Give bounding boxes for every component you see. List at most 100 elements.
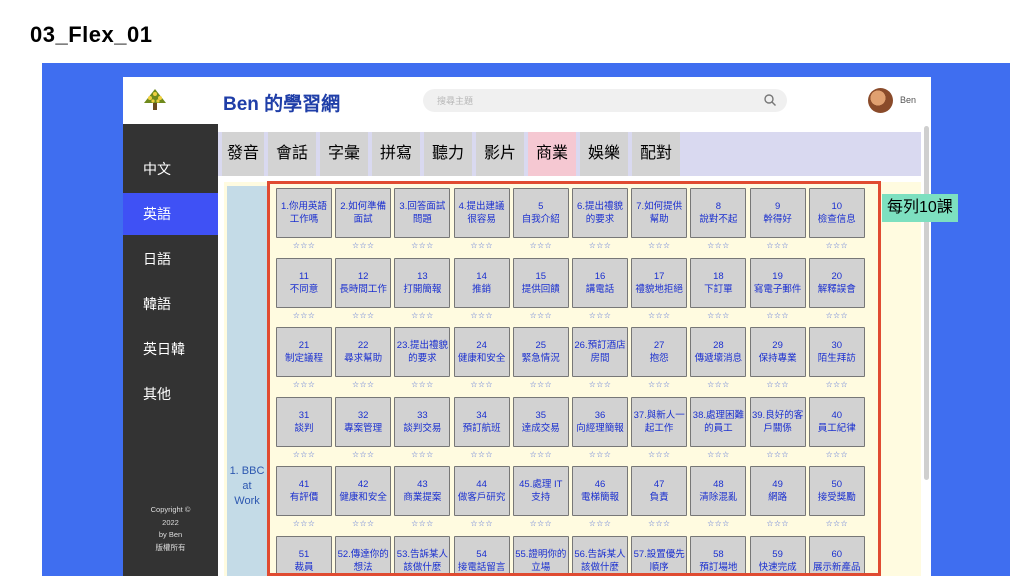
lesson-button[interactable]: 13 打開簡報 bbox=[394, 257, 451, 308]
lesson-item[interactable]: 52.傳達你的想法☆☆☆ bbox=[335, 535, 392, 573]
tab-pronunciation[interactable]: 發音 bbox=[222, 132, 264, 176]
lesson-button[interactable]: 3.回答面試問題 bbox=[394, 188, 451, 238]
tab-entertainment[interactable]: 娛樂 bbox=[580, 132, 628, 176]
lesson-item[interactable]: 21 制定議程 ☆☆☆ bbox=[276, 327, 332, 395]
lesson-button[interactable]: 38.處理困難的員工 bbox=[690, 396, 747, 447]
lesson-item[interactable]: 6.提出禮貌的要求 ☆☆☆ bbox=[572, 188, 628, 256]
lesson-button[interactable]: 17 禮貌地拒絕 bbox=[631, 257, 688, 308]
lesson-button[interactable]: 32 專案管理 bbox=[335, 396, 392, 447]
lesson-item[interactable]: 9 幹得好 ☆☆☆ bbox=[749, 188, 806, 256]
lesson-button[interactable]: 21 制定議程 bbox=[276, 327, 332, 377]
lesson-item[interactable]: 14 推銷 ☆☆☆ bbox=[453, 257, 510, 326]
lesson-item[interactable]: 56.告訴某人該做什麼☆☆☆ bbox=[572, 535, 628, 573]
lesson-button[interactable]: 1.你用英語工作嗎 bbox=[276, 188, 332, 238]
lesson-item[interactable]: 34 預訂航班 ☆☆☆ bbox=[453, 396, 510, 465]
lesson-button[interactable]: 59 快速完成 bbox=[749, 535, 806, 573]
lesson-button[interactable]: 29 保持專業 bbox=[749, 327, 806, 377]
lesson-button[interactable]: 11 不同意 bbox=[276, 257, 332, 308]
sidebar-item-other[interactable]: 其他 bbox=[123, 373, 218, 415]
lesson-button[interactable]: 50 接受獎勵 bbox=[808, 466, 865, 516]
lesson-button[interactable]: 6.提出禮貌的要求 bbox=[572, 188, 628, 238]
lesson-button[interactable]: 10 檢查信息 bbox=[808, 188, 865, 238]
lesson-item[interactable]: 47 負責 ☆☆☆ bbox=[631, 466, 688, 534]
course-label[interactable]: 1. BBC at Work bbox=[227, 464, 267, 509]
course-column[interactable]: 1. BBC at Work bbox=[227, 186, 267, 576]
lesson-item[interactable]: 19 寫電子郵件 ☆☆☆ bbox=[749, 257, 806, 326]
lesson-item[interactable]: 33 談判交易 ☆☆☆ bbox=[394, 396, 451, 465]
lesson-button[interactable]: 22 尋求幫助 bbox=[335, 327, 392, 377]
lesson-item[interactable]: 40 員工紀律 ☆☆☆ bbox=[808, 396, 865, 465]
lesson-item[interactable]: 5 自我介紹 ☆☆☆ bbox=[512, 188, 569, 256]
tab-matching[interactable]: 配對 bbox=[632, 132, 680, 176]
lesson-button[interactable]: 36 向經理簡報 bbox=[572, 396, 628, 447]
tab-listening[interactable]: 聽力 bbox=[424, 132, 472, 176]
lesson-item[interactable]: 35 達成交易 ☆☆☆ bbox=[512, 396, 569, 465]
lesson-item[interactable]: 49 網路 ☆☆☆ bbox=[749, 466, 806, 534]
lesson-button[interactable]: 24 健康和安全 bbox=[453, 327, 510, 377]
scrollbar[interactable] bbox=[924, 126, 929, 480]
tab-business[interactable]: 商業 bbox=[528, 132, 576, 176]
lesson-item[interactable]: 27 抱怨 ☆☆☆ bbox=[631, 327, 688, 395]
lesson-button[interactable]: 25 緊急情況 bbox=[512, 327, 569, 377]
lesson-button[interactable]: 4.提出建議很容易 bbox=[453, 188, 510, 238]
lesson-button[interactable]: 55.證明你的立場 bbox=[512, 535, 569, 573]
lesson-item[interactable]: 45.處理 IT 支持 ☆☆☆ bbox=[512, 466, 569, 534]
lesson-item[interactable]: 26.預訂酒店房間 ☆☆☆ bbox=[572, 327, 628, 395]
lesson-button[interactable]: 49 網路 bbox=[749, 466, 806, 516]
lesson-item[interactable]: 58 預訂場地☆☆☆ bbox=[690, 535, 747, 573]
lesson-button[interactable]: 34 預訂航班 bbox=[453, 396, 510, 447]
lesson-item[interactable]: 44 做客戶研究 ☆☆☆ bbox=[453, 466, 510, 534]
user-name[interactable]: Ben bbox=[900, 95, 916, 105]
lesson-button[interactable]: 16 講電話 bbox=[572, 257, 628, 308]
lesson-button[interactable]: 60 展示新產品 bbox=[808, 535, 865, 573]
lesson-button[interactable]: 45.處理 IT 支持 bbox=[512, 466, 569, 516]
site-title[interactable]: Ben 的學習網 bbox=[223, 89, 340, 116]
lesson-item[interactable]: 1.你用英語工作嗎 ☆☆☆ bbox=[276, 188, 332, 256]
lesson-button[interactable]: 12 長時間工作 bbox=[335, 257, 392, 308]
lesson-item[interactable]: 11 不同意 ☆☆☆ bbox=[276, 257, 332, 326]
lesson-item[interactable]: 42 健康和安全 ☆☆☆ bbox=[335, 466, 392, 534]
lesson-item[interactable]: 15 提供回饋 ☆☆☆ bbox=[512, 257, 569, 326]
lesson-item[interactable]: 18 下訂單 ☆☆☆ bbox=[690, 257, 747, 326]
lesson-button[interactable]: 31 談判 bbox=[276, 396, 332, 447]
lesson-button[interactable]: 20 解釋誤會 bbox=[808, 257, 865, 308]
lesson-button[interactable]: 5 自我介紹 bbox=[512, 188, 569, 238]
lesson-button[interactable]: 23.提出禮貌的要求 bbox=[394, 327, 451, 377]
lesson-item[interactable]: 41 有評價 ☆☆☆ bbox=[276, 466, 332, 534]
lesson-item[interactable]: 53.告訴某人該做什麼☆☆☆ bbox=[394, 535, 451, 573]
lesson-button[interactable]: 44 做客戶研究 bbox=[453, 466, 510, 516]
lesson-item[interactable]: 8 說對不起 ☆☆☆ bbox=[690, 188, 747, 256]
lesson-item[interactable]: 54 接電話留言☆☆☆ bbox=[453, 535, 510, 573]
lesson-item[interactable]: 12 長時間工作 ☆☆☆ bbox=[335, 257, 392, 326]
lesson-button[interactable]: 52.傳達你的想法 bbox=[335, 535, 392, 573]
sidebar-item-english[interactable]: 英語 bbox=[123, 193, 218, 235]
search-bar[interactable]: 搜尋主題 bbox=[423, 89, 787, 112]
sidebar-item-korean[interactable]: 韓語 bbox=[123, 283, 218, 325]
avatar[interactable] bbox=[868, 88, 893, 113]
lesson-button[interactable]: 8 說對不起 bbox=[690, 188, 747, 238]
lesson-button[interactable]: 40 員工紀律 bbox=[808, 396, 865, 447]
lesson-item[interactable]: 37.與新人一起工作 ☆☆☆ bbox=[631, 396, 688, 465]
sidebar-item-chinese[interactable]: 中文 bbox=[123, 148, 218, 190]
lesson-button[interactable]: 7.如何提供幫助 bbox=[631, 188, 688, 238]
lesson-button[interactable]: 33 談判交易 bbox=[394, 396, 451, 447]
lesson-item[interactable]: 22 尋求幫助 ☆☆☆ bbox=[335, 327, 392, 395]
lesson-button[interactable]: 30 陌生拜訪 bbox=[808, 327, 865, 377]
lesson-item[interactable]: 57.設置優先順序☆☆☆ bbox=[631, 535, 688, 573]
lesson-item[interactable]: 30 陌生拜訪 ☆☆☆ bbox=[808, 327, 865, 395]
lesson-button[interactable]: 2.如何準備面試 bbox=[335, 188, 392, 238]
lesson-button[interactable]: 46 電梯簡報 bbox=[572, 466, 628, 516]
lesson-item[interactable]: 4.提出建議很容易 ☆☆☆ bbox=[453, 188, 510, 256]
lesson-button[interactable]: 37.與新人一起工作 bbox=[631, 396, 688, 447]
lesson-button[interactable]: 53.告訴某人該做什麼 bbox=[394, 535, 451, 573]
search-input[interactable]: 搜尋主題 bbox=[437, 94, 473, 107]
lesson-item[interactable]: 55.證明你的立場☆☆☆ bbox=[512, 535, 569, 573]
lesson-item[interactable]: 32 專案管理 ☆☆☆ bbox=[335, 396, 392, 465]
search-icon[interactable] bbox=[763, 93, 777, 107]
lesson-button[interactable]: 58 預訂場地 bbox=[690, 535, 747, 573]
lesson-item[interactable]: 3.回答面試問題 ☆☆☆ bbox=[394, 188, 451, 256]
lesson-item[interactable]: 38.處理困難的員工 ☆☆☆ bbox=[690, 396, 747, 465]
lesson-button[interactable]: 9 幹得好 bbox=[749, 188, 806, 238]
lesson-item[interactable]: 20 解釋誤會 ☆☆☆ bbox=[808, 257, 865, 326]
lesson-item[interactable]: 7.如何提供幫助 ☆☆☆ bbox=[631, 188, 688, 256]
